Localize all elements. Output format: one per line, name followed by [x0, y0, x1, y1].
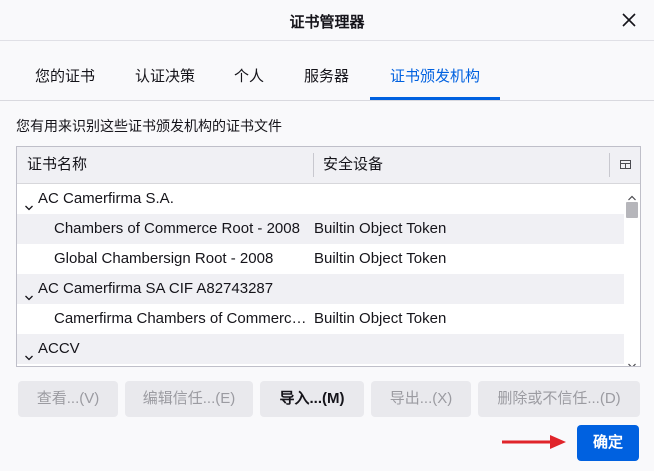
- scroll-down-icon[interactable]: [628, 356, 636, 366]
- edit-trust-button[interactable]: 编辑信任...(E): [125, 381, 253, 417]
- arrow-icon: [500, 432, 568, 452]
- tab-servers[interactable]: 服务器: [304, 57, 349, 100]
- tree-header: 证书名称 安全设备: [17, 147, 640, 184]
- scrollbar-thumb[interactable]: [626, 202, 638, 218]
- import-button[interactable]: 导入...(M): [260, 381, 364, 417]
- close-icon[interactable]: [618, 9, 640, 31]
- certificate-name: AC Camerfirma SA CIF A82743287: [38, 280, 274, 297]
- certificate-name: Global Chambersign Root - 2008: [54, 250, 274, 267]
- security-device: Builtin Object Token: [314, 250, 447, 267]
- certificate-name: Chambers of Commerce Root - 2008: [54, 220, 300, 237]
- view-button[interactable]: 查看...(V): [18, 381, 118, 417]
- certificate-tree[interactable]: 证书名称 安全设备 AC Camerfirma S.A. Chambers of…: [16, 146, 641, 367]
- dialog-title: 证书管理器: [289, 14, 365, 31]
- column-separator[interactable]: [313, 153, 314, 177]
- tab-divider: [0, 100, 654, 101]
- tree-group-row[interactable]: ACCV: [17, 334, 624, 364]
- tree-group-row[interactable]: AC Camerfirma S.A.: [17, 184, 624, 214]
- delete-or-distrust-button[interactable]: 删除或不信任...(D): [478, 381, 640, 417]
- tree-group-row[interactable]: AC Camerfirma SA CIF A82743287: [17, 274, 624, 304]
- tree-rows: AC Camerfirma S.A. Chambers of Commerce …: [17, 184, 624, 364]
- tab-authentication-decisions[interactable]: 认证决策: [135, 57, 195, 100]
- column-header-certificate-name[interactable]: 证书名称: [27, 147, 87, 183]
- security-device: Builtin Object Token: [314, 310, 447, 327]
- tree-row[interactable]: Global Chambersign Root - 2008 Builtin O…: [17, 244, 624, 274]
- column-header-security-device[interactable]: 安全设备: [323, 147, 383, 183]
- scroll-up-icon[interactable]: [628, 188, 636, 201]
- ok-button[interactable]: 确定: [577, 425, 639, 461]
- certificate-name: AC Camerfirma S.A.: [38, 190, 174, 207]
- certificate-name: ACCV: [38, 340, 80, 357]
- chevron-down-icon[interactable]: [24, 194, 34, 211]
- export-button[interactable]: 导出...(X): [371, 381, 471, 417]
- description-text: 您有用来识别这些证书颁发机构的证书文件: [16, 118, 282, 134]
- tab-people[interactable]: 个人: [234, 57, 264, 100]
- security-device: Builtin Object Token: [314, 220, 447, 237]
- tree-row[interactable]: Camerfirma Chambers of Commerce Root Bui…: [17, 304, 624, 334]
- title-bar: 证书管理器: [0, 0, 654, 40]
- certificate-name: Camerfirma Chambers of Commerce Root: [54, 310, 307, 327]
- title-divider: [0, 40, 654, 41]
- vertical-scrollbar[interactable]: [624, 184, 640, 366]
- tree-row[interactable]: Chambers of Commerce Root - 2008 Builtin…: [17, 214, 624, 244]
- chevron-down-icon[interactable]: [24, 284, 34, 301]
- tab-your-certificates[interactable]: 您的证书: [35, 57, 95, 100]
- column-picker-icon[interactable]: [620, 158, 632, 170]
- chevron-down-icon[interactable]: [24, 344, 34, 361]
- column-separator[interactable]: [609, 153, 610, 177]
- tab-authorities[interactable]: 证书颁发机构: [369, 57, 501, 100]
